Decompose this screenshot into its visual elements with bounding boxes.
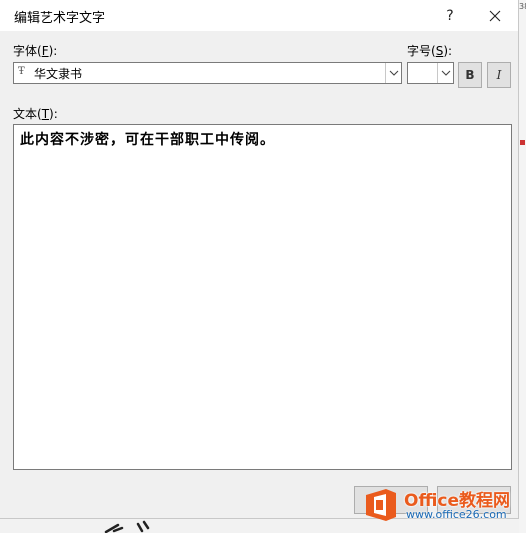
background-marker [520,140,525,145]
watermark: Office教程网 www.office26.com [362,485,520,525]
size-label-suffix: ): [443,44,453,58]
text-label-suffix: ): [49,107,58,121]
wordart-text-input[interactable]: 此内容不涉密，可在干部职工中传阅。 [13,124,512,470]
italic-label: I [496,68,502,82]
font-label-prefix: 字体( [13,44,42,58]
close-icon [489,10,501,21]
bold-button[interactable]: B [458,62,482,88]
size-label: 字号(S): [407,42,452,59]
truetype-font-icon: Ŧ [18,66,25,77]
wordart-text-value: 此内容不涉密，可在干部职工中传阅。 [20,132,275,148]
screen: 38 编辑艺术字文字 ? 字体(F): 字号(S): [0,0,526,533]
text-label-prefix: 文本( [13,107,42,121]
background-document-edge: 38 [519,0,526,533]
close-button[interactable] [478,0,512,31]
font-select[interactable]: Ŧ 华文隶书 [13,62,402,84]
edit-wordart-text-dialog: 编辑艺术字文字 ? 字体(F): 字号(S): Ŧ 华文隶书 B I 文本(T)… [0,0,519,519]
font-dropdown-button[interactable] [385,63,401,83]
italic-button[interactable]: I [487,62,511,88]
background-edge-text: 38 [519,2,526,11]
title-bar: 编辑艺术字文字 ? [0,0,518,31]
bold-label: B [465,68,475,82]
help-label: ? [446,7,454,24]
font-label: 字体(F): [13,42,57,59]
size-label-prefix: 字号( [407,44,436,58]
background-wordart-fragment [104,520,150,533]
font-label-key: F [41,44,49,58]
font-value: 华文隶书 [34,67,83,81]
size-select[interactable] [407,62,454,84]
size-dropdown-button[interactable] [437,63,453,83]
help-button[interactable]: ? [434,0,466,31]
watermark-url: www.office26.com [406,508,507,521]
chevron-down-icon [441,70,450,76]
text-label-key: T [41,107,50,121]
dialog-title: 编辑艺术字文字 [14,11,106,26]
chevron-down-icon [389,70,398,76]
font-label-suffix: ): [48,44,58,58]
office-logo-icon [366,489,396,521]
text-label: 文本(T): [13,105,58,122]
